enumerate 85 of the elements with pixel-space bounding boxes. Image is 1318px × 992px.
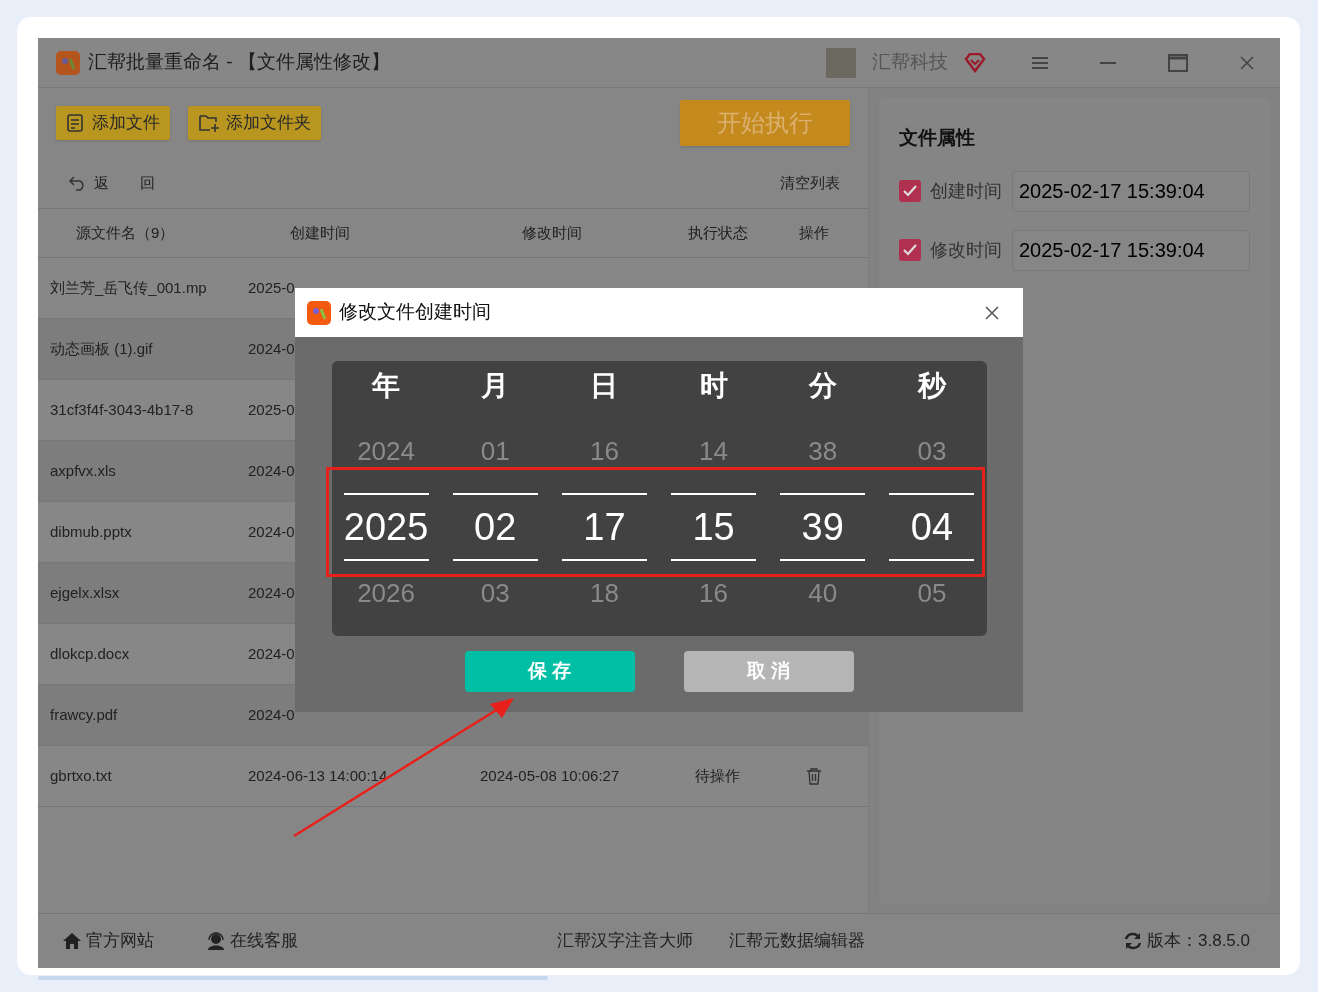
dialog-title: 修改文件创建时间 <box>339 300 491 325</box>
picker-option[interactable]: 03 <box>480 580 510 606</box>
back-icon[interactable] <box>68 175 86 191</box>
panel-title: 文件属性 <box>899 126 976 150</box>
add-folder-button[interactable]: 添加文件夹 <box>188 106 321 140</box>
picker-option[interactable]: 03 <box>917 438 947 464</box>
table-cell-text: 2024-0 <box>248 582 295 603</box>
column-header: 修改时间 <box>521 222 583 243</box>
column-header: 源文件名（9） <box>75 222 176 243</box>
menu-icon[interactable] <box>1032 55 1048 70</box>
column-label: 月 <box>481 369 510 403</box>
refresh-icon[interactable] <box>1123 931 1143 951</box>
checkbox[interactable] <box>899 239 921 261</box>
picker-option[interactable]: 16 <box>699 580 729 606</box>
picker-value[interactable]: 02 <box>452 493 538 561</box>
avatar-icon <box>826 47 856 78</box>
field-label: 创建时间 <box>930 179 1002 203</box>
trash-icon[interactable] <box>806 767 822 785</box>
table-cell-text: 刘兰芳_岳飞传_001.mp <box>49 277 207 298</box>
app-link[interactable]: 汇帮元数据编辑器 <box>728 928 865 954</box>
window-title: 汇帮批量重命名 - 【文件属性修改】 <box>88 50 390 75</box>
checkbox[interactable] <box>899 180 921 202</box>
picker-option[interactable]: 01 <box>480 438 510 464</box>
table-cell-text: frawcy.pdf <box>49 704 118 725</box>
table-cell-text: 31cf3f4f-3043-4b17-8 <box>49 399 194 420</box>
close-icon[interactable] <box>985 305 999 320</box>
save-button[interactable]: 保 存 <box>464 651 635 692</box>
table-cell-text: gbrtxo.txt <box>49 765 112 786</box>
document-icon <box>66 113 86 133</box>
diamond-icon <box>964 52 986 73</box>
checkmark-icon <box>903 185 917 197</box>
maximize-icon[interactable] <box>1168 53 1188 72</box>
date-time-field[interactable]: 2025-02-17 15:39:04 <box>1012 170 1250 212</box>
app-logo-icon <box>307 300 331 325</box>
folder-add-icon <box>198 113 220 133</box>
table-cell-text: 动态画板 (1).gif <box>49 338 153 359</box>
table-cell-text: dlokcp.docx <box>49 643 130 664</box>
add-file-button[interactable]: 添加文件 <box>56 106 170 140</box>
picker-option[interactable]: 14 <box>699 438 729 464</box>
table-cell-text: 2025-0 <box>248 277 295 298</box>
website-link[interactable]: 官方网站 <box>62 928 154 954</box>
table-cell-text: 2024-0 <box>248 460 295 481</box>
table-cell-text: dibmub.pptx <box>49 521 132 542</box>
column-label: 年 <box>372 369 401 403</box>
picker-option[interactable]: 2024 <box>357 438 415 464</box>
home-icon <box>62 932 82 950</box>
picker-value[interactable]: 04 <box>889 493 975 561</box>
table-cell-text: 2024-0 <box>248 338 295 359</box>
table-cell-text: ejgelx.xlsx <box>49 582 120 603</box>
picker-option[interactable]: 38 <box>808 438 838 464</box>
picker-value[interactable]: 15 <box>671 493 757 561</box>
column-header: 操作 <box>798 222 830 243</box>
version-label: 版本：3.8.5.0 <box>1147 930 1250 953</box>
picker-option[interactable]: 05 <box>917 580 947 606</box>
date-time-field[interactable]: 2025-02-17 15:39:04 <box>1012 229 1250 271</box>
picker-value[interactable]: 17 <box>561 493 647 561</box>
headset-icon <box>206 932 226 950</box>
column-header: 创建时间 <box>289 222 351 243</box>
app-logo-icon <box>56 50 80 75</box>
table-cell-text: axpfvx.xls <box>49 460 116 481</box>
picker-value[interactable]: 2025 <box>343 493 429 561</box>
picker-option[interactable]: 40 <box>808 580 838 606</box>
back-button[interactable]: 返 回 <box>94 171 163 195</box>
support-link[interactable]: 在线客服 <box>206 928 298 954</box>
minimize-icon[interactable] <box>1100 60 1116 65</box>
table-cell-text: 待操作 <box>695 765 740 786</box>
picker-option[interactable]: 16 <box>589 438 619 464</box>
column-label: 分 <box>808 369 837 403</box>
picker-option[interactable]: 18 <box>589 580 619 606</box>
table-cell-text: 2025-0 <box>248 399 295 420</box>
column-label: 日 <box>590 369 619 403</box>
column-header: 执行状态 <box>686 222 749 243</box>
table-cell-text: 2024-0 <box>248 704 295 725</box>
column-label: 秒 <box>917 369 946 403</box>
picker-value[interactable]: 39 <box>780 493 866 561</box>
column-label: 时 <box>699 369 728 403</box>
table-cell-text: 2024-05-08 10:06:27 <box>480 765 620 786</box>
app-link[interactable]: 汇帮汉字注音大师 <box>556 928 693 954</box>
table-cell-text: 2024-0 <box>248 643 295 664</box>
table-cell-text: 2024-06-13 14:00:14 <box>248 765 388 786</box>
field-label: 修改时间 <box>930 238 1002 262</box>
table-cell-text: 2024-0 <box>248 521 295 542</box>
clear-list-button[interactable]: 清空列表 <box>780 171 840 195</box>
checkmark-icon <box>903 244 917 256</box>
picker-option[interactable]: 2026 <box>357 580 415 606</box>
